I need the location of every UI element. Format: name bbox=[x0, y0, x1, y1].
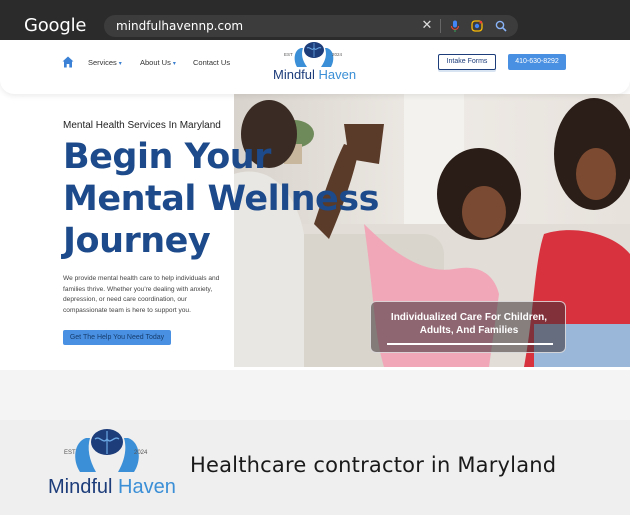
search-icon[interactable] bbox=[494, 19, 508, 33]
nav-contact-us[interactable]: Contact Us bbox=[193, 58, 230, 67]
search-input[interactable]: mindfulhavennp.com bbox=[116, 19, 243, 33]
brand-tagline: Healthcare contractor in Maryland bbox=[190, 453, 557, 477]
intake-forms-button[interactable]: Intake Forms bbox=[438, 54, 496, 70]
site-logo[interactable]: EST 2024 Mindful Haven bbox=[273, 40, 356, 84]
logo-est: EST bbox=[284, 52, 293, 57]
hero-caption-text: Individualized Care For Children, Adults… bbox=[390, 312, 548, 336]
brand-banner: EST 2024 Mindful Haven Healthcare contra… bbox=[0, 420, 630, 515]
caption-progress-bar bbox=[387, 343, 553, 345]
site-header: Services ▾ About Us ▾ Contact Us EST 2024 … bbox=[0, 40, 630, 94]
logo-word-haven: Haven bbox=[118, 476, 176, 498]
hero-caption-card: Individualized Care For Children, Adults… bbox=[370, 301, 566, 353]
phone-button[interactable]: 410-630-8292 bbox=[508, 54, 566, 70]
nav-services[interactable]: Services ▾ bbox=[88, 58, 122, 67]
chevron-down-icon: ▾ bbox=[118, 61, 122, 67]
logo-wordmark: Mindful Haven bbox=[273, 67, 356, 82]
website-page: Services ▾ About Us ▾ Contact Us EST 2024 … bbox=[0, 40, 630, 370]
nav-contact-label: Contact Us bbox=[193, 58, 231, 67]
search-box[interactable]: mindfulhavennp.com ✕ bbox=[104, 15, 518, 37]
logo-word-haven: Haven bbox=[318, 67, 357, 82]
logo-year: 2024 bbox=[134, 450, 148, 456]
nav-about-label: About Us bbox=[140, 58, 171, 67]
brain-hands-icon bbox=[75, 429, 139, 472]
hero-eyebrow: Mental Health Services In Maryland bbox=[63, 120, 221, 131]
logo-year: 2024 bbox=[332, 52, 343, 57]
brand-logo-large: EST 2024 Mindful Haven bbox=[48, 426, 176, 504]
mic-icon[interactable] bbox=[448, 19, 462, 33]
hero-headline: Begin Your Mental Wellness Journey bbox=[63, 137, 379, 261]
logo-word-mindful: Mindful bbox=[48, 476, 113, 498]
logo-est: EST bbox=[64, 450, 76, 456]
logo-word-mindful: Mindful bbox=[273, 67, 315, 82]
nav-about-us[interactable]: About Us ▾ bbox=[140, 58, 176, 67]
hero-description: We provide mental health care to help in… bbox=[63, 275, 220, 314]
home-icon[interactable] bbox=[62, 56, 74, 68]
search-divider bbox=[440, 19, 441, 33]
lens-icon[interactable] bbox=[470, 19, 484, 33]
close-icon[interactable]: ✕ bbox=[420, 18, 434, 32]
chevron-down-icon: ▾ bbox=[172, 61, 176, 67]
get-help-button[interactable]: Get The Help You Need Today bbox=[63, 330, 171, 345]
logo-wordmark: Mindful Haven bbox=[48, 476, 176, 499]
google-logo[interactable]: Google bbox=[24, 15, 86, 36]
nav-services-label: Services bbox=[88, 58, 117, 67]
